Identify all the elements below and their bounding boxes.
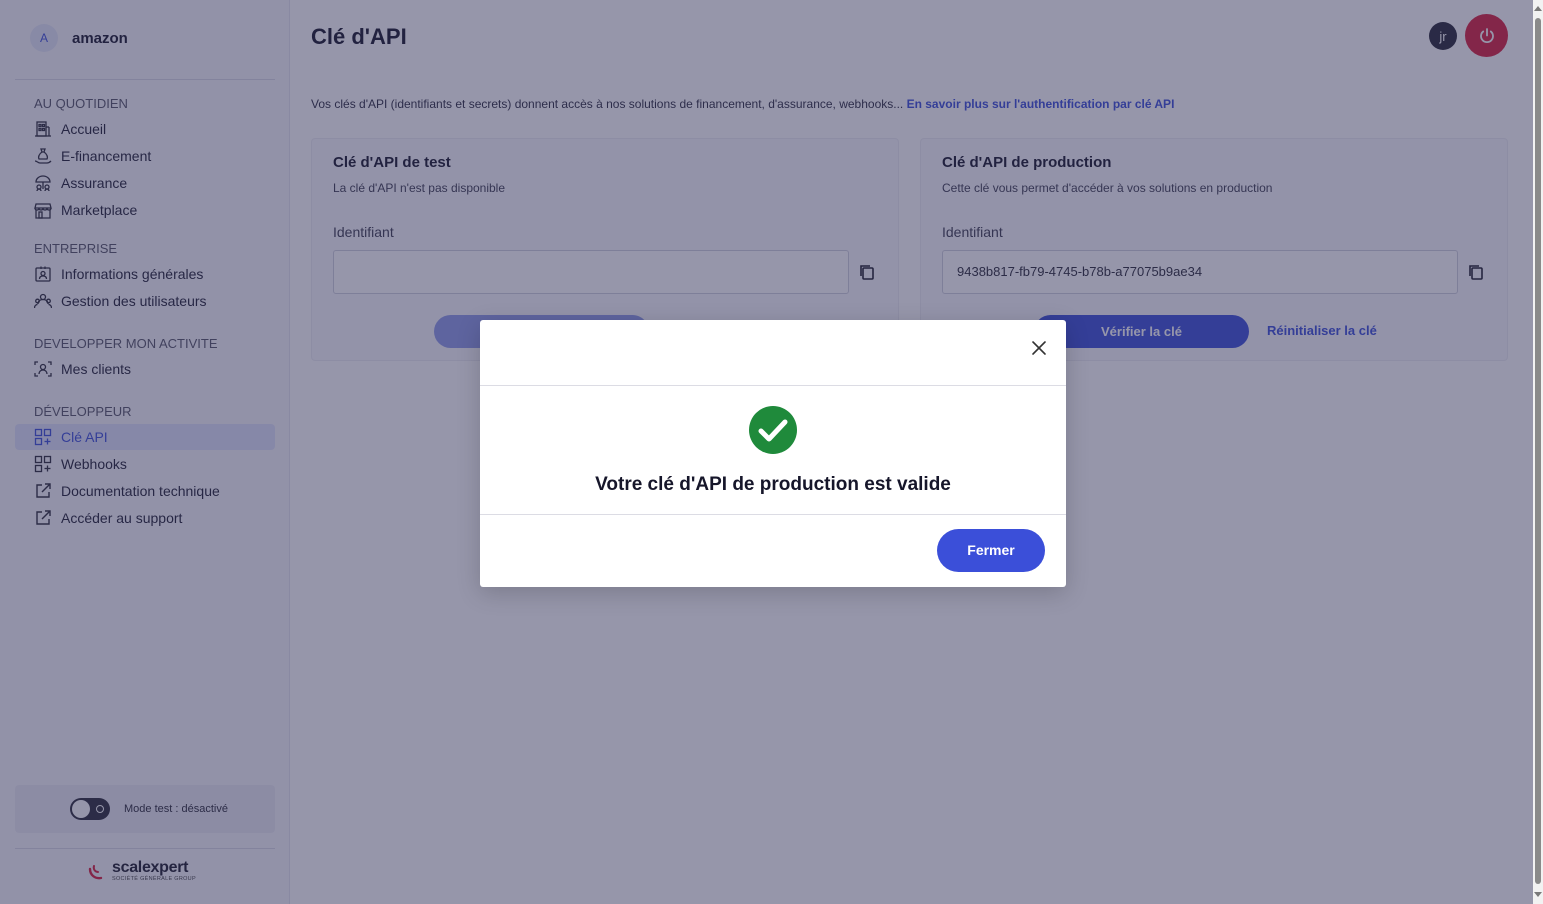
scroll-up-arrow-icon[interactable] <box>1534 6 1542 11</box>
success-check-icon <box>749 406 797 454</box>
scroll-thumb[interactable] <box>1535 18 1541 884</box>
validation-modal: Votre clé d'API de production est valide… <box>480 320 1066 587</box>
modal-message: Votre clé d'API de production est valide <box>595 474 951 495</box>
scroll-down-arrow-icon[interactable] <box>1534 892 1542 897</box>
modal-divider <box>480 385 1066 386</box>
page-scrollbar[interactable] <box>1533 0 1543 904</box>
modal-divider <box>480 514 1066 515</box>
close-icon[interactable] <box>1029 338 1049 358</box>
close-modal-button[interactable]: Fermer <box>937 529 1045 572</box>
